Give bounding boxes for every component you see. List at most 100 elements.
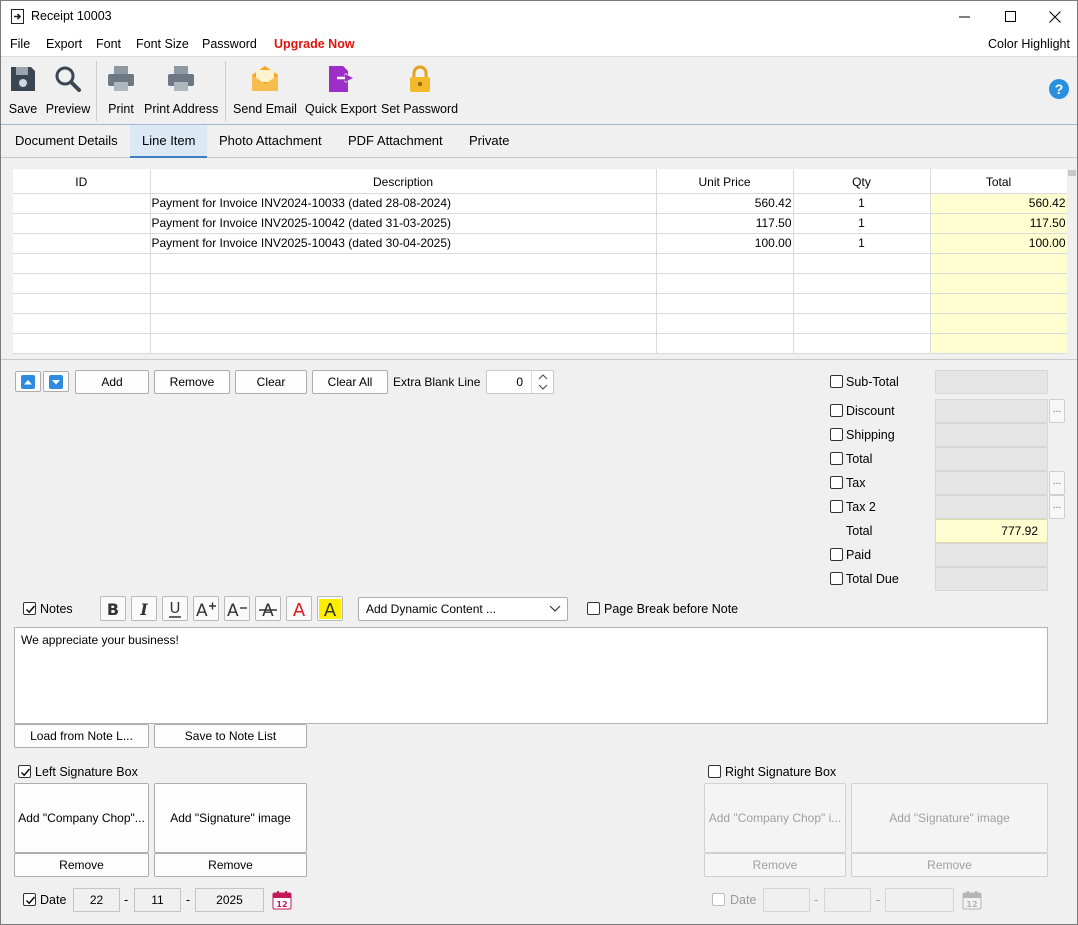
cell-total[interactable] xyxy=(930,333,1068,354)
discount-options-button[interactable]: ... xyxy=(1049,399,1065,423)
cell-total[interactable] xyxy=(930,273,1068,294)
right-chop-remove-button[interactable]: Remove xyxy=(704,853,846,877)
table-row[interactable]: Payment for Invoice INV2024-10033 (dated… xyxy=(13,193,1068,214)
clear-line-button[interactable]: Clear xyxy=(235,370,307,394)
column-header-description[interactable]: Description xyxy=(150,169,657,194)
table-row[interactable] xyxy=(13,333,1068,354)
cell-description[interactable] xyxy=(150,333,657,354)
table-row[interactable] xyxy=(13,293,1068,314)
right-date-year[interactable] xyxy=(885,888,954,912)
cell-id[interactable] xyxy=(13,333,151,354)
cell-description[interactable] xyxy=(150,273,657,294)
cell-qty[interactable] xyxy=(793,333,931,354)
help-icon[interactable]: ? xyxy=(1048,78,1070,100)
tax-checkbox[interactable] xyxy=(830,476,843,489)
cell-total[interactable]: 117.50 xyxy=(930,213,1068,234)
right-calendar-button[interactable]: 12 xyxy=(959,886,984,913)
tab-private[interactable]: Private xyxy=(457,125,521,158)
remove-line-button[interactable]: Remove xyxy=(154,370,230,394)
font-color-button[interactable]: A xyxy=(286,596,312,621)
column-header-id[interactable]: ID xyxy=(13,169,151,194)
cell-total[interactable] xyxy=(930,293,1068,314)
italic-button[interactable]: I xyxy=(131,596,157,621)
discount-checkbox[interactable] xyxy=(830,404,843,417)
cell-unit-price[interactable] xyxy=(656,253,794,274)
cell-qty[interactable] xyxy=(793,293,931,314)
right-signature-remove-button[interactable]: Remove xyxy=(851,853,1048,877)
right-company-chop-button[interactable]: Add "Company Chop" i... xyxy=(704,783,846,853)
cell-description[interactable]: Payment for Invoice INV2024-10033 (dated… xyxy=(150,193,657,214)
menu-export[interactable]: Export xyxy=(46,37,82,51)
right-date-day[interactable] xyxy=(763,888,810,912)
left-date-month[interactable]: 11 xyxy=(134,888,181,912)
cell-qty[interactable] xyxy=(793,313,931,334)
cell-total[interactable]: 560.42 xyxy=(930,193,1068,214)
tax-options-button[interactable]: ... xyxy=(1049,471,1065,495)
left-signature-checkbox[interactable] xyxy=(18,765,31,778)
cell-description[interactable] xyxy=(150,293,657,314)
cell-id[interactable] xyxy=(13,253,151,274)
cell-id[interactable] xyxy=(13,233,151,254)
cell-unit-price[interactable] xyxy=(656,313,794,334)
decrease-font-button[interactable]: A xyxy=(224,596,250,621)
tab-line-item[interactable]: Line Item xyxy=(130,125,208,158)
increase-font-button[interactable]: A xyxy=(193,596,219,621)
add-line-button[interactable]: Add xyxy=(75,370,149,394)
column-header-qty[interactable]: Qty xyxy=(793,169,931,194)
notes-textarea[interactable]: We appreciate your business! xyxy=(14,627,1048,724)
shipping-checkbox[interactable] xyxy=(830,428,843,441)
move-down-button[interactable] xyxy=(43,371,69,392)
menu-password[interactable]: Password xyxy=(202,37,257,51)
preview-button[interactable]: Preview xyxy=(45,63,91,121)
cell-unit-price[interactable]: 560.42 xyxy=(656,193,794,214)
cell-unit-price[interactable]: 117.50 xyxy=(656,213,794,234)
left-signature-remove-button[interactable]: Remove xyxy=(154,853,307,877)
stepper-arrows[interactable] xyxy=(531,371,553,393)
scrollbar-thumb[interactable] xyxy=(1068,170,1076,176)
right-date-checkbox[interactable] xyxy=(712,893,725,906)
menu-upgrade-now[interactable]: Upgrade Now xyxy=(274,37,355,51)
page-break-checkbox[interactable] xyxy=(587,602,600,615)
left-company-chop-button[interactable]: Add "Company Chop"... xyxy=(14,783,149,853)
right-signature-image-button[interactable]: Add "Signature" image xyxy=(851,783,1048,853)
save-button[interactable]: Save xyxy=(7,63,39,121)
table-row[interactable]: Payment for Invoice INV2025-10042 (dated… xyxy=(13,213,1068,234)
send-email-button[interactable]: Send Email xyxy=(233,63,297,121)
grid-scrollbar[interactable] xyxy=(1067,169,1077,354)
total-checkbox[interactable] xyxy=(830,452,843,465)
print-address-button[interactable]: Print Address xyxy=(144,63,218,121)
cell-id[interactable] xyxy=(13,213,151,234)
tax2-options-button[interactable]: ... xyxy=(1049,495,1065,519)
cell-qty[interactable] xyxy=(793,273,931,294)
dynamic-content-dropdown[interactable]: Add Dynamic Content ... xyxy=(358,597,568,621)
menu-color-highlight[interactable]: Color Highlight xyxy=(988,37,1070,51)
tab-pdf-attachment[interactable]: PDF Attachment xyxy=(336,125,455,158)
left-calendar-button[interactable]: 12 xyxy=(269,886,294,913)
left-date-year[interactable]: 2025 xyxy=(195,888,264,912)
menu-file[interactable]: File xyxy=(10,37,30,51)
cell-description[interactable]: Payment for Invoice INV2025-10042 (dated… xyxy=(150,213,657,234)
table-row[interactable] xyxy=(13,313,1068,334)
cell-id[interactable] xyxy=(13,273,151,294)
maximize-button[interactable] xyxy=(987,1,1033,32)
left-date-day[interactable]: 22 xyxy=(73,888,120,912)
cell-unit-price[interactable] xyxy=(656,293,794,314)
cell-unit-price[interactable]: 100.00 xyxy=(656,233,794,254)
cell-description[interactable] xyxy=(150,253,657,274)
left-chop-remove-button[interactable]: Remove xyxy=(14,853,149,877)
cell-description[interactable] xyxy=(150,313,657,334)
print-button[interactable]: Print xyxy=(105,63,137,121)
cell-total[interactable] xyxy=(930,253,1068,274)
cell-id[interactable] xyxy=(13,313,151,334)
cell-qty[interactable]: 1 xyxy=(793,213,931,234)
minimize-button[interactable] xyxy=(941,1,987,32)
left-date-checkbox[interactable] xyxy=(23,893,36,906)
tab-document-details[interactable]: Document Details xyxy=(3,125,130,158)
column-header-unit-price[interactable]: Unit Price xyxy=(656,169,794,194)
table-row[interactable] xyxy=(13,273,1068,294)
set-password-button[interactable]: Set Password xyxy=(381,63,458,121)
table-row[interactable]: Payment for Invoice INV2025-10043 (dated… xyxy=(13,233,1068,254)
cell-id[interactable] xyxy=(13,293,151,314)
cell-total[interactable]: 100.00 xyxy=(930,233,1068,254)
table-row[interactable] xyxy=(13,253,1068,274)
